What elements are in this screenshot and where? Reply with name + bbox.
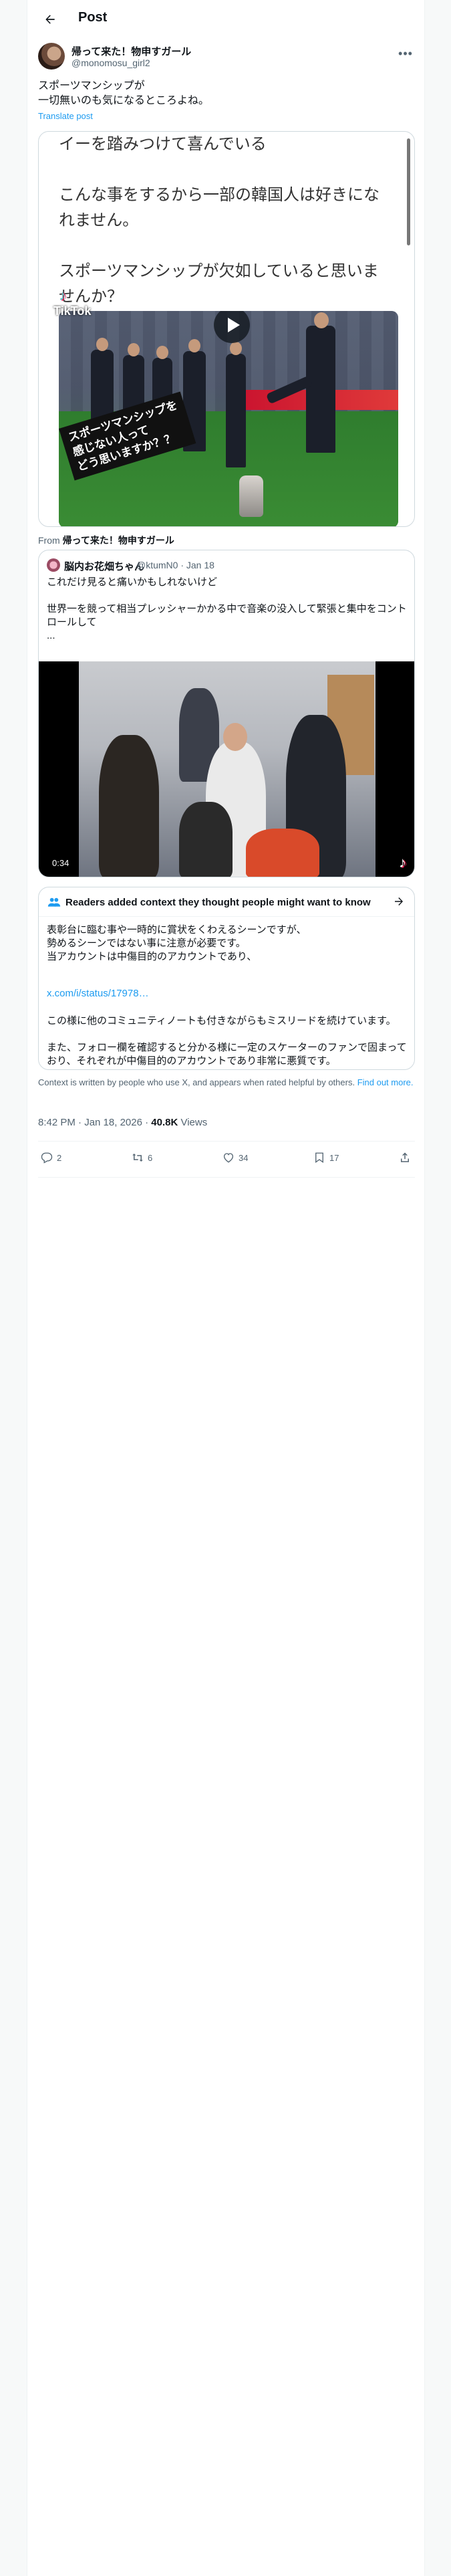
post-timestamp[interactable]: 8:42 PM · Jan 18, 2026 ·	[38, 1117, 151, 1128]
author-block: 帰って来た！物申すガール @monomosu_girl2 •••	[38, 43, 415, 72]
player-figure	[306, 326, 335, 453]
reply-icon	[41, 1152, 53, 1164]
player-head	[96, 338, 108, 351]
play-icon	[227, 318, 240, 332]
from-name[interactable]: 帰って来た！物申すガール	[63, 535, 174, 546]
person-figure	[99, 735, 159, 877]
post-header: Post	[27, 0, 426, 39]
post-text: スポーツマンシップが 一切無いのも気になるところよね。	[38, 80, 210, 106]
quote-video[interactable]: 0:34 ♪	[39, 661, 414, 877]
find-out-more-link[interactable]: Find out more.	[357, 1077, 414, 1087]
person-figure	[179, 802, 233, 877]
from-prefix: From	[38, 535, 60, 546]
community-note-link[interactable]: x.com/i/status/17978…	[47, 988, 149, 999]
share-icon	[401, 1152, 409, 1162]
tiktok-watermark: ♪ TikTok	[53, 287, 94, 327]
post-media[interactable]: イーを踏みつけて喜んでいる こんな事をするから一部の韓国人は好きになれません。 …	[38, 131, 415, 527]
divider	[38, 1141, 415, 1142]
views-count: 40.8K	[151, 1117, 178, 1128]
reply-button[interactable]: 2	[41, 1152, 61, 1164]
author-name[interactable]: 帰って来た！物申すガール	[71, 44, 191, 58]
action-bar: 2 6 34 17	[38, 1148, 415, 1172]
player-head	[128, 343, 140, 356]
community-note-title: Readers added context they thought peopl…	[65, 897, 371, 908]
arrow-right-icon[interactable]	[390, 893, 408, 910]
page-title: Post	[78, 10, 108, 25]
heart-icon	[223, 1153, 234, 1163]
quote-avatar	[47, 558, 60, 572]
notes-context-text: Context is written by people who use X, …	[38, 1077, 415, 1088]
like-count: 34	[239, 1152, 249, 1163]
community-note-header[interactable]: Readers added context they thought peopl…	[39, 887, 414, 917]
author-handle[interactable]: @monomosu_girl2	[71, 58, 150, 68]
context-text: Context is written by people who use X, …	[38, 1077, 355, 1087]
repost-button[interactable]: 6	[132, 1152, 152, 1164]
person-figure	[246, 829, 319, 877]
bookmark-count: 17	[329, 1152, 339, 1163]
share-button[interactable]	[399, 1152, 411, 1164]
quote-text: これだけ見ると痛いかもしれないけど 世界一を競って相当プレッシャーかかる中で音楽…	[47, 576, 407, 641]
person-figure	[223, 723, 247, 751]
from-attribution[interactable]: From 帰って来た！物申すガール	[38, 534, 174, 547]
video-frame	[79, 661, 375, 877]
player-head	[156, 346, 168, 359]
post-column: Post 帰って来た！物申すガール @monomosu_girl2 ••• スポ…	[27, 0, 425, 2576]
reply-count: 2	[57, 1152, 62, 1163]
quoted-post[interactable]: 脳内お花畑ちゃん @ktumN0 · Jan 18 これだけ見ると痛いかもしれな…	[38, 550, 415, 877]
translate-post-link[interactable]: Translate post	[38, 111, 93, 121]
people-icon	[47, 897, 61, 907]
more-options-icon[interactable]: •••	[396, 45, 415, 62]
views-label: Views	[178, 1117, 208, 1128]
player-head	[230, 342, 242, 355]
arrow-left-icon	[45, 15, 55, 24]
player-head	[188, 339, 200, 352]
community-note-body: 表彰台に臨む事や一時的に賞状をくわえるシーンですが、 勢めるシーンではない事に注…	[47, 924, 307, 962]
bookmark-button[interactable]: 17	[313, 1152, 339, 1164]
player-figure	[226, 354, 246, 467]
video-duration: 0:34	[48, 857, 73, 869]
tiktok-icon: ♪	[399, 854, 406, 871]
back-button[interactable]	[38, 7, 62, 31]
quote-handle: @ktumN0 · Jan 18	[136, 560, 214, 570]
player-head	[314, 312, 329, 328]
bookmark-icon	[315, 1152, 323, 1164]
repost-icon	[132, 1154, 143, 1162]
image-scrollbar	[407, 138, 410, 245]
community-note[interactable]: Readers added context they thought peopl…	[38, 887, 415, 1070]
media-image-text: イーを踏みつけて喜んでいる こんな事をするから一部の韓国人は好きになれません。 …	[59, 135, 380, 306]
divider	[38, 1177, 415, 1178]
post-meta: 8:42 PM · Jan 18, 2026 · 40.8K Views	[38, 1117, 207, 1128]
tiktok-label: TikTok	[53, 304, 92, 318]
quote-author-name: 脳内お花畑ちゃん	[64, 561, 145, 572]
tiktok-icon: ♪	[59, 287, 66, 304]
repost-count: 6	[148, 1152, 153, 1163]
community-note-body-continued: この様に他のコミュニティノートも付きながらもミスリードを続けています。 また、フ…	[47, 1015, 407, 1067]
like-button[interactable]: 34	[222, 1152, 248, 1164]
trophy	[239, 475, 263, 517]
avatar[interactable]	[38, 43, 65, 70]
